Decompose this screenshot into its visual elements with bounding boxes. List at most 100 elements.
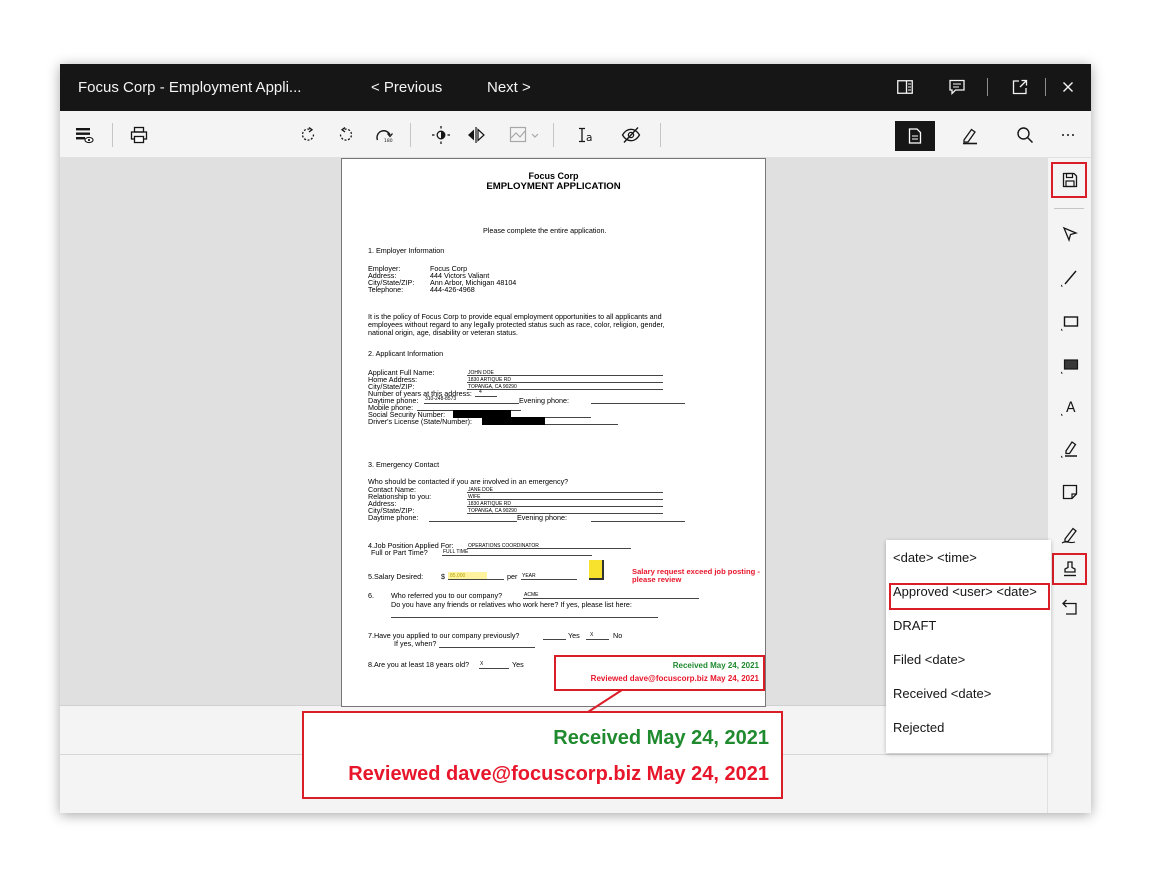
launch-icon[interactable]	[1009, 76, 1031, 98]
policy-line: national origin, age, disability or vete…	[368, 328, 518, 337]
field-value: 444-426-4968	[430, 285, 475, 294]
field-label: $	[441, 572, 445, 581]
stamp-annotation[interactable]: Received May 24, 2021 Reviewed dave@focu…	[554, 655, 765, 691]
stamp-received-text: Received May 24, 2021	[672, 661, 759, 670]
text-select-icon[interactable]: a	[576, 123, 600, 147]
toolbar-divider	[660, 123, 661, 147]
rotate-right-icon[interactable]	[296, 123, 320, 147]
document-heading: EMPLOYMENT APPLICATION	[486, 181, 621, 192]
field-label: 8.Are you at least 18 years old?	[368, 660, 470, 669]
toolbar-divider	[112, 123, 113, 147]
sidebar-toggle-icon[interactable]	[894, 76, 916, 98]
field-label: 7.Have you applied to our company previo…	[368, 631, 520, 640]
field-underline	[391, 617, 658, 618]
document-title: Focus Corp - Employment Appli...	[78, 79, 302, 96]
approved-option-highlight	[889, 583, 1050, 610]
previous-button[interactable]: < Previous	[371, 79, 442, 96]
hide-annotations-icon[interactable]	[619, 123, 643, 147]
document-view-tab[interactable]	[895, 121, 935, 151]
print-icon[interactable]	[127, 123, 151, 147]
check-mark: X	[590, 632, 594, 638]
stamp-option-received[interactable]: Received <date>	[886, 677, 1051, 711]
field-label: Driver's License (State/Number):	[368, 417, 473, 426]
field-underline	[439, 647, 535, 648]
license-redaction	[482, 417, 545, 425]
next-button[interactable]: Next >	[487, 79, 531, 96]
flip-horizontal-icon[interactable]	[464, 123, 488, 147]
brightness-icon[interactable]	[429, 123, 453, 147]
line-icon[interactable]	[1056, 264, 1084, 292]
close-icon[interactable]	[1057, 76, 1079, 98]
field-label: Yes	[568, 631, 580, 640]
field-underline	[424, 403, 519, 404]
section-applicant-title: 2. Applicant Information	[368, 349, 444, 358]
stamp-reviewed-text: Reviewed dave@focuscorp.biz May 24, 2021	[590, 674, 759, 683]
search-icon[interactable]	[1013, 123, 1037, 147]
document-page: Focus Corp EMPLOYMENT APPLICATION Please…	[341, 158, 766, 707]
stamp-option-filed[interactable]: Filed <date>	[886, 643, 1051, 677]
document-intro: Please complete the entire application.	[483, 226, 607, 235]
field-label: Telephone:	[368, 285, 404, 294]
document-company: Focus Corp	[528, 171, 579, 181]
field-underline	[545, 424, 618, 425]
svg-text:A: A	[1066, 400, 1076, 416]
stamp-option-draft[interactable]: DRAFT	[886, 609, 1051, 643]
text-icon[interactable]: A	[1056, 393, 1084, 421]
save-icon[interactable]	[1056, 166, 1084, 194]
title-bar: Focus Corp - Employment Appli... < Previ…	[60, 64, 1091, 111]
sidebar-divider	[1054, 208, 1084, 209]
field-underline	[448, 579, 504, 580]
stamp-option-rejected[interactable]: Rejected	[886, 711, 1051, 745]
years-at-address-value: 4	[479, 389, 482, 395]
field-underline	[591, 403, 685, 404]
redaction-menu-icon[interactable]	[72, 123, 96, 147]
field-underline	[521, 579, 577, 580]
sticky-note-icon[interactable]	[589, 560, 604, 580]
field-underline	[429, 521, 517, 522]
field-underline	[475, 396, 497, 397]
stamp-menu: <date> <time> Approved <user> <date> DRA…	[886, 540, 1051, 753]
rotate-left-icon[interactable]	[334, 123, 358, 147]
comments-icon[interactable]	[946, 76, 968, 98]
highlighter-icon[interactable]	[1056, 435, 1084, 463]
annotate-icon[interactable]	[958, 124, 982, 148]
freehand-pen-icon[interactable]	[1056, 521, 1084, 549]
title-divider	[1045, 78, 1046, 96]
zoom-received-text: Received May 24, 2021	[553, 727, 769, 749]
field-underline	[591, 521, 685, 522]
svg-text:a: a	[586, 132, 592, 144]
annotation-sidebar: A	[1047, 158, 1091, 813]
field-underline	[467, 548, 631, 549]
field-label: Who referred you to our company?	[391, 591, 503, 600]
stamp-icon[interactable]	[1056, 555, 1084, 583]
rotate-180-icon[interactable]: 180	[373, 123, 397, 147]
field-underline	[479, 668, 509, 669]
sticky-note-tool-icon[interactable]	[1056, 478, 1084, 506]
field-label: Evening phone:	[519, 396, 569, 405]
toolbar-divider	[553, 123, 554, 147]
stamp-zoom-callout: Received May 24, 2021 Reviewed dave@focu…	[302, 711, 783, 799]
field-label: No	[613, 631, 623, 640]
overflow-menu-icon[interactable]	[1056, 123, 1080, 147]
stamp-option-date-time[interactable]: <date> <time>	[886, 541, 1051, 575]
select-pointer-icon[interactable]	[1056, 220, 1084, 248]
rectangle-filled-icon[interactable]	[1056, 351, 1084, 379]
field-underline	[467, 389, 663, 390]
section-employer-title: 1. Employer Information	[368, 246, 445, 255]
zoom-reviewed-text: Reviewed dave@focuscorp.biz May 24, 2021	[348, 763, 769, 785]
field-label: Daytime phone:	[368, 513, 419, 522]
field-label: 6.	[368, 591, 374, 600]
field-label: per	[507, 572, 518, 581]
field-label: Full or Part Time?	[371, 548, 428, 557]
rectangle-outline-icon[interactable]	[1056, 308, 1084, 336]
field-label: Do you have any friends or relatives who…	[391, 600, 632, 609]
field-underline	[442, 555, 592, 556]
field-underline	[467, 492, 663, 493]
title-divider	[987, 78, 988, 96]
salary-review-note: Salary request exceed job posting - plea…	[632, 567, 760, 584]
undo-icon[interactable]	[1056, 593, 1084, 621]
field-label: 5.Salary Desired:	[368, 572, 424, 581]
field-label: Evening phone:	[517, 513, 567, 522]
field-label: Yes	[512, 660, 524, 669]
image-adjust-icon[interactable]	[506, 123, 544, 147]
